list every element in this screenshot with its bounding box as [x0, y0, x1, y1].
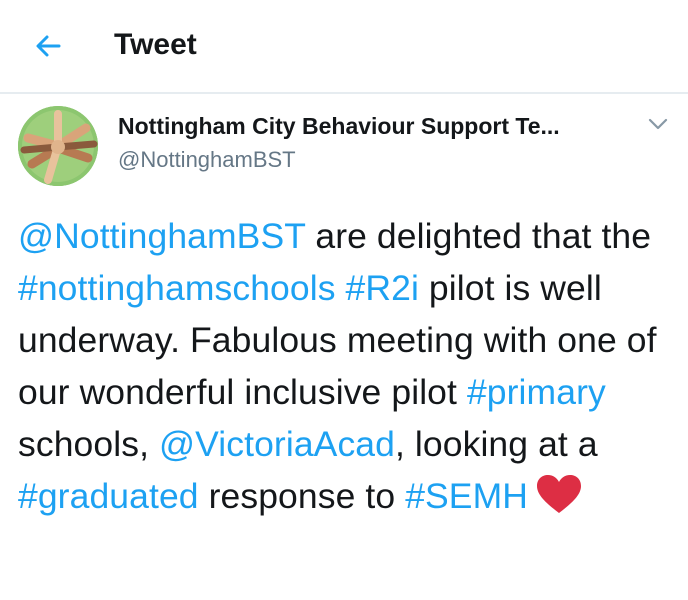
- hashtag-link[interactable]: #R2i: [346, 268, 419, 308]
- tweet-text-segment: are delighted that the: [305, 216, 652, 256]
- page-title: Tweet: [114, 28, 197, 61]
- tweet-text-segment: , looking at a: [395, 424, 598, 464]
- top-bar: Tweet: [0, 0, 688, 94]
- mention-link[interactable]: @NottinghamBST: [18, 216, 305, 256]
- avatar-image: [18, 106, 98, 186]
- hashtag-link[interactable]: #nottinghamschools: [18, 268, 336, 308]
- tweet-text-segment: response to: [198, 476, 406, 516]
- chevron-down-icon: [648, 118, 668, 130]
- hashtag-link[interactable]: #primary: [467, 372, 606, 412]
- tweet-text-segment: [336, 268, 346, 308]
- red-heart-icon: [536, 474, 582, 528]
- author-name[interactable]: Nottingham City Behaviour Support Te...: [118, 111, 560, 141]
- tweet-text: @NottinghamBST are delighted that the #n…: [18, 210, 678, 528]
- tweet-menu-button[interactable]: [646, 112, 670, 136]
- avatar[interactable]: [18, 106, 98, 186]
- back-button[interactable]: [28, 26, 68, 66]
- arrow-left-icon: [36, 35, 61, 57]
- mention-link[interactable]: @VictoriaAcad: [159, 424, 395, 464]
- tweet-text-segment: schools,: [18, 424, 159, 464]
- hashtag-link[interactable]: #graduated: [18, 476, 199, 516]
- author-handle[interactable]: @NottinghamBST: [118, 146, 296, 174]
- hashtag-link[interactable]: #SEMH: [405, 476, 528, 516]
